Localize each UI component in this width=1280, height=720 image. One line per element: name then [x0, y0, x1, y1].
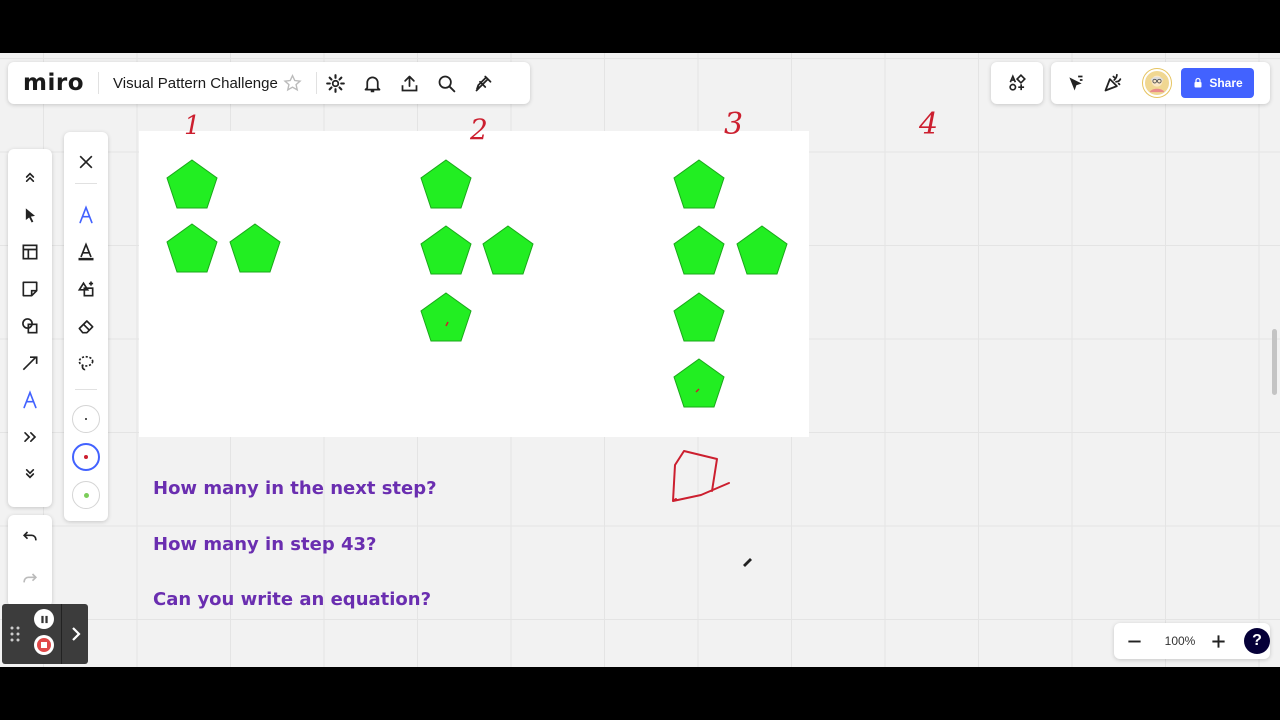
board-title[interactable]: Visual Pattern Challenge	[113, 75, 278, 92]
share-button[interactable]: Share	[1181, 68, 1254, 98]
star-icon[interactable]	[278, 62, 308, 104]
redo-icon[interactable]	[8, 561, 52, 597]
top-toolbar: miro Visual Pattern Challenge	[8, 62, 530, 104]
drag-handle-icon[interactable]	[10, 626, 20, 646]
undo-icon[interactable]	[8, 519, 52, 555]
collapse-up-icon[interactable]	[8, 159, 52, 195]
close-icon[interactable]	[64, 144, 108, 180]
plugin-icon[interactable]	[465, 62, 502, 104]
pen-icon[interactable]	[64, 197, 108, 233]
pen-options-panel	[64, 132, 108, 521]
highlighter-icon[interactable]	[64, 234, 108, 270]
board-canvas[interactable]: 1 2 3 4 How many in the next step? How m…	[0, 53, 1280, 667]
help-button[interactable]: ?	[1244, 628, 1270, 654]
question-text[interactable]: How many in step 43?	[153, 534, 376, 555]
pause-icon	[40, 615, 48, 623]
ink-sketch[interactable]	[672, 450, 730, 502]
step-label: 1	[184, 111, 201, 141]
divider	[75, 389, 97, 390]
apps-button[interactable]	[991, 62, 1043, 104]
screen-recorder-widget	[2, 604, 88, 664]
collapse-down-icon[interactable]	[8, 456, 52, 492]
miro-logo[interactable]: miro	[23, 70, 84, 96]
avatar[interactable]	[1143, 69, 1171, 97]
templates-icon[interactable]	[8, 234, 52, 270]
connection-line-icon[interactable]	[8, 345, 52, 381]
more-tools-icon[interactable]	[8, 419, 52, 455]
divider	[61, 604, 62, 664]
cursor-icon[interactable]	[1057, 62, 1094, 104]
color-green-dot[interactable]	[72, 481, 100, 509]
lasso-icon[interactable]	[64, 345, 108, 381]
divider	[98, 72, 99, 94]
lock-icon	[1194, 77, 1202, 88]
upload-icon[interactable]	[391, 62, 428, 104]
collaboration-panel: Share	[1051, 62, 1270, 104]
bell-icon[interactable]	[354, 62, 391, 104]
zoom-out-icon[interactable]	[1114, 623, 1154, 659]
stop-button[interactable]	[34, 635, 54, 655]
sticky-note-icon[interactable]	[8, 271, 52, 307]
divider	[75, 183, 97, 184]
celebrate-icon[interactable]	[1094, 62, 1131, 104]
step-label: 4	[919, 107, 939, 142]
settings-icon[interactable]	[317, 62, 354, 104]
search-icon[interactable]	[428, 62, 465, 104]
question-text[interactable]: Can you write an equation?	[153, 589, 431, 610]
expand-chevron-icon[interactable]	[66, 624, 86, 648]
color-black-dot[interactable]	[72, 405, 100, 433]
select-tool-icon[interactable]	[8, 197, 52, 233]
step-label: 3	[724, 107, 744, 142]
apps-icon	[1009, 74, 1026, 91]
shapes-icon[interactable]	[8, 308, 52, 344]
smart-drawing-icon[interactable]	[64, 271, 108, 307]
share-label: Share	[1209, 76, 1243, 90]
pause-button[interactable]	[34, 609, 54, 629]
zoom-in-icon[interactable]	[1206, 623, 1230, 659]
creation-toolbar	[8, 149, 52, 507]
color-red-dot[interactable]	[72, 443, 100, 471]
eraser-icon[interactable]	[64, 308, 108, 344]
step-label: 2	[470, 113, 488, 146]
vertical-scrollbar[interactable]	[1272, 329, 1277, 395]
zoom-panel: 100% ?	[1114, 623, 1270, 659]
zoom-level[interactable]: 100%	[1154, 634, 1206, 648]
pen-cursor-icon	[743, 558, 752, 567]
undo-redo-panel	[8, 515, 52, 607]
stop-icon	[37, 638, 51, 652]
question-text[interactable]: How many in the next step?	[153, 478, 437, 499]
pattern-frame[interactable]	[139, 131, 809, 437]
pen-tool-icon[interactable]	[8, 382, 52, 418]
